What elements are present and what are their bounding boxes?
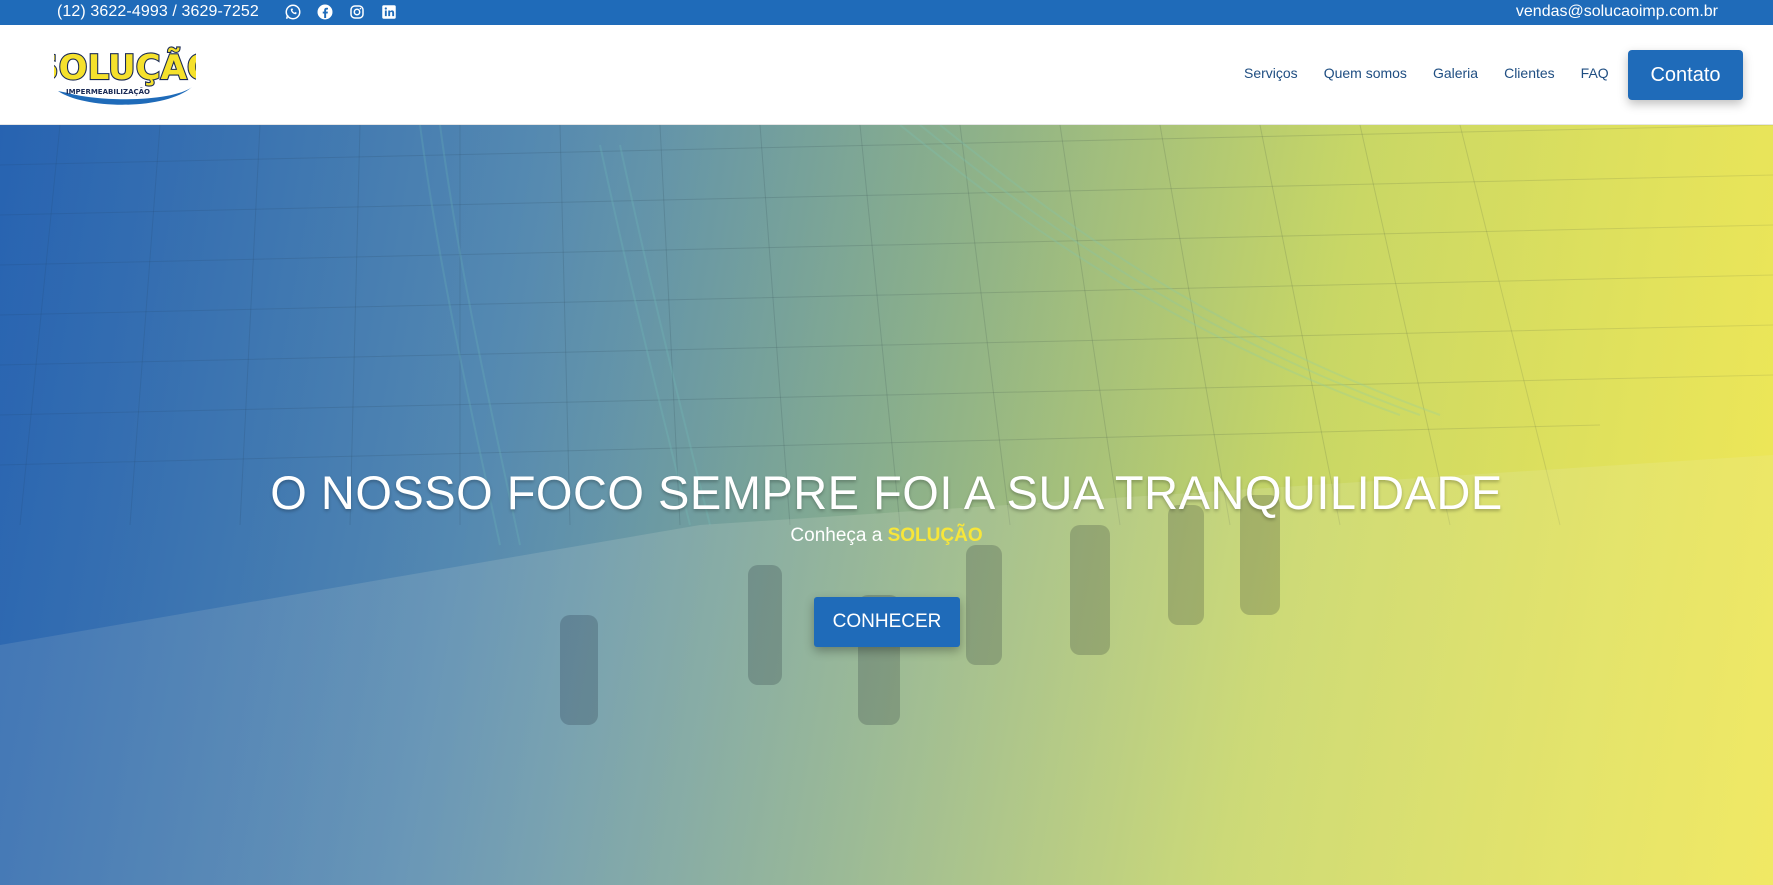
conhecer-button[interactable]: CONHECER [814, 597, 960, 647]
nav-galeria[interactable]: Galeria [1433, 65, 1478, 81]
svg-text:IMPERMEABILIZAÇÃO: IMPERMEABILIZAÇÃO [66, 87, 150, 96]
nav-clientes[interactable]: Clientes [1504, 65, 1555, 81]
site-logo[interactable]: SOLUÇÃO IMPERMEABILIZAÇÃO [54, 41, 196, 107]
svg-text:SOLUÇÃO: SOLUÇÃO [54, 47, 196, 88]
phone-numbers[interactable]: (12) 3622-4993 / 3629-7252 [57, 3, 259, 21]
hero-subtitle-prefix: Conheça a [790, 525, 883, 546]
nav-quem-somos[interactable]: Quem somos [1324, 65, 1407, 81]
hero-section: O NOSSO FOCO SEMPRE FOI A SUA TRANQUILID… [0, 125, 1773, 885]
whatsapp-icon[interactable] [284, 3, 302, 21]
instagram-icon[interactable] [348, 3, 366, 21]
main-nav: Serviços Quem somos Galeria Clientes FAQ [1244, 65, 1609, 81]
social-links [284, 3, 398, 21]
facebook-icon[interactable] [316, 3, 334, 21]
top-contact-bar: (12) 3622-4993 / 3629-7252 vendas@soluca… [0, 0, 1773, 25]
email-link[interactable]: vendas@solucaoimp.com.br [1516, 3, 1718, 21]
linkedin-icon[interactable] [380, 3, 398, 21]
contact-button[interactable]: Contato [1628, 50, 1743, 100]
nav-faq[interactable]: FAQ [1581, 65, 1609, 81]
nav-servicos[interactable]: Serviços [1244, 65, 1298, 81]
hero-title: O NOSSO FOCO SEMPRE FOI A SUA TRANQUILID… [270, 466, 1503, 519]
hero-subtitle-brand: SOLUÇÃO [887, 525, 983, 546]
hero-subtitle: Conheça a SOLUÇÃO [0, 525, 1773, 547]
site-header: SOLUÇÃO IMPERMEABILIZAÇÃO Serviços Quem … [0, 25, 1773, 125]
